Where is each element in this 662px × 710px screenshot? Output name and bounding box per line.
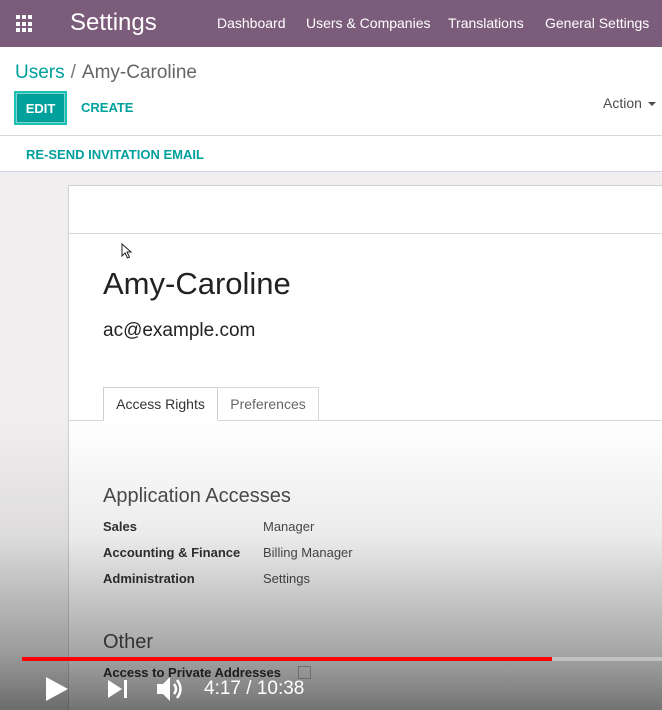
top-navbar: Settings Dashboard Users & Companies Tra… — [0, 0, 662, 47]
breadcrumb-users-link[interactable]: Users — [15, 62, 65, 83]
video-current-time: 4:17 — [204, 678, 241, 699]
video-progress-bar[interactable] — [22, 657, 662, 661]
tab-access-rights[interactable]: Access Rights — [103, 387, 218, 421]
other-section-title: Other — [103, 631, 154, 653]
form-statusbar: RE-SEND INVITATION EMAIL — [0, 136, 662, 172]
sheet-header — [69, 186, 662, 234]
breadcrumb: Users / Amy-Caroline — [15, 62, 197, 84]
control-panel: Users / Amy-Caroline EDIT CREATE Action — [0, 47, 662, 136]
video-progress-fill — [22, 657, 552, 661]
app-title: Settings — [70, 9, 157, 36]
accounting-label: Accounting & Finance — [103, 545, 241, 560]
next-icon[interactable] — [106, 678, 130, 700]
video-duration: 10:38 — [256, 678, 305, 699]
action-dropdown[interactable]: Action — [603, 95, 656, 111]
resend-invitation-button[interactable]: RE-SEND INVITATION EMAIL — [26, 147, 204, 162]
sales-value[interactable]: Manager — [263, 519, 314, 534]
breadcrumb-current: Amy-Caroline — [81, 62, 197, 83]
application-accesses-title: Application Accesses — [103, 485, 291, 507]
breadcrumb-separator: / — [70, 62, 76, 83]
nav-users-companies[interactable]: Users & Companies — [306, 15, 431, 31]
mouse-cursor-icon — [121, 243, 133, 259]
nav-general-settings[interactable]: General Settings — [545, 15, 649, 31]
user-email-field[interactable]: ac@example.com — [103, 320, 255, 342]
video-time-display: 4:17 / 10:38 — [204, 678, 304, 700]
video-time-separator: / — [246, 678, 252, 699]
apps-grid-icon[interactable] — [16, 15, 34, 33]
accounting-value[interactable]: Billing Manager — [263, 545, 353, 560]
sales-label: Sales — [103, 519, 137, 534]
tab-preferences[interactable]: Preferences — [218, 387, 319, 421]
create-button[interactable]: CREATE — [81, 100, 133, 115]
nav-dashboard[interactable]: Dashboard — [217, 15, 286, 31]
edit-button[interactable]: EDIT — [14, 91, 67, 125]
administration-value[interactable]: Settings — [263, 571, 310, 586]
play-icon[interactable] — [44, 675, 70, 703]
user-name-field[interactable]: Amy-Caroline — [103, 266, 291, 302]
caret-down-icon — [647, 102, 656, 107]
administration-label: Administration — [103, 571, 195, 586]
volume-icon[interactable] — [155, 674, 187, 704]
action-dropdown-label: Action — [603, 95, 642, 111]
nav-translations[interactable]: Translations — [448, 15, 524, 31]
form-sheet: Amy-Caroline ac@example.com Access Right… — [68, 185, 662, 710]
